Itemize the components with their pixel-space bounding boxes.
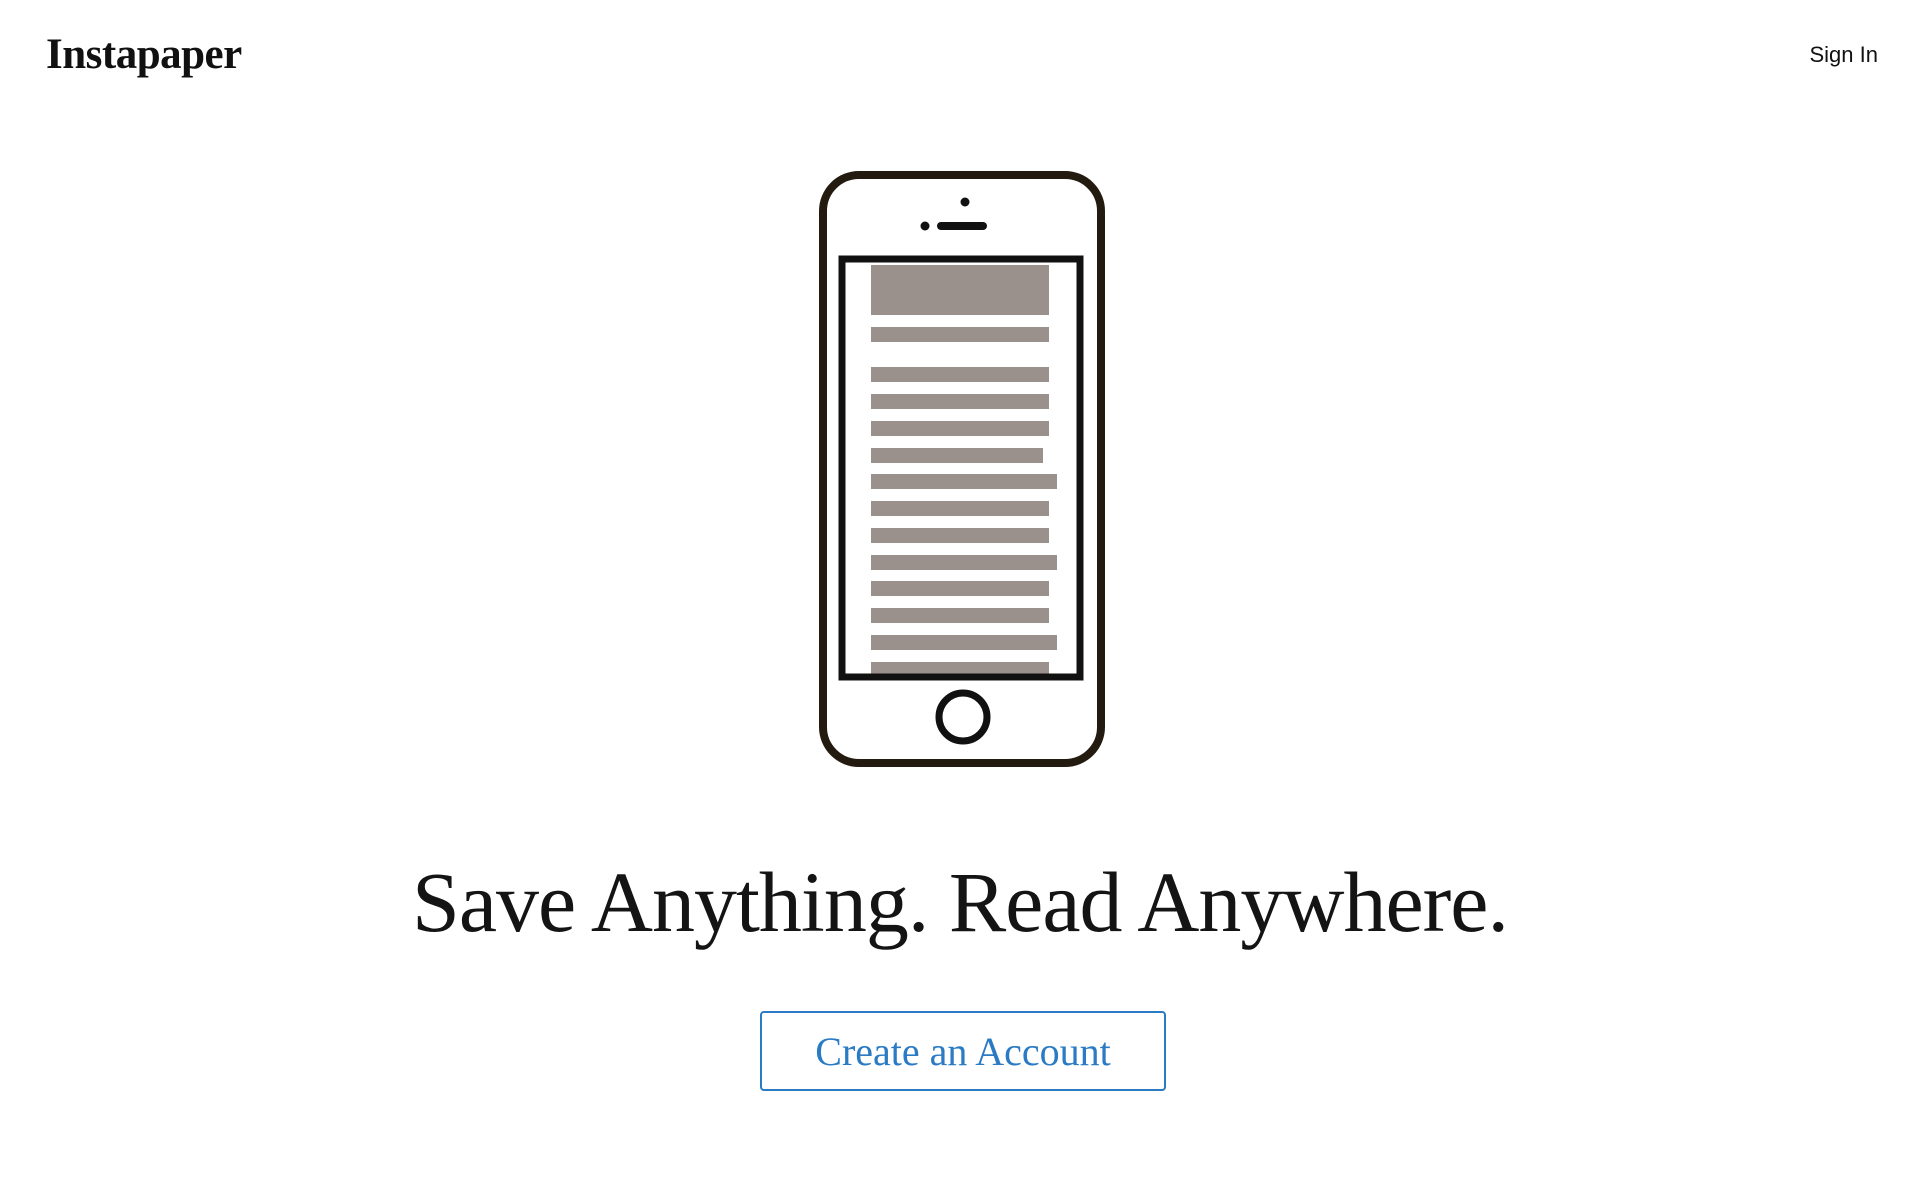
phone-reading-icon	[818, 170, 1108, 770]
article-image-block	[871, 265, 1049, 315]
create-account-button[interactable]: Create an Account	[760, 1011, 1166, 1091]
brand-logo[interactable]: Instapaper	[46, 28, 242, 82]
phone-sensor	[920, 221, 930, 231]
phone-speaker	[937, 222, 987, 230]
phone-home-button	[935, 689, 991, 745]
hero-headline: Save Anything. Read Anywhere.	[412, 854, 1509, 950]
sign-in-link[interactable]: Sign In	[1810, 40, 1879, 70]
top-bar: Instapaper Sign In	[0, 0, 1920, 110]
phone-camera	[960, 197, 970, 207]
